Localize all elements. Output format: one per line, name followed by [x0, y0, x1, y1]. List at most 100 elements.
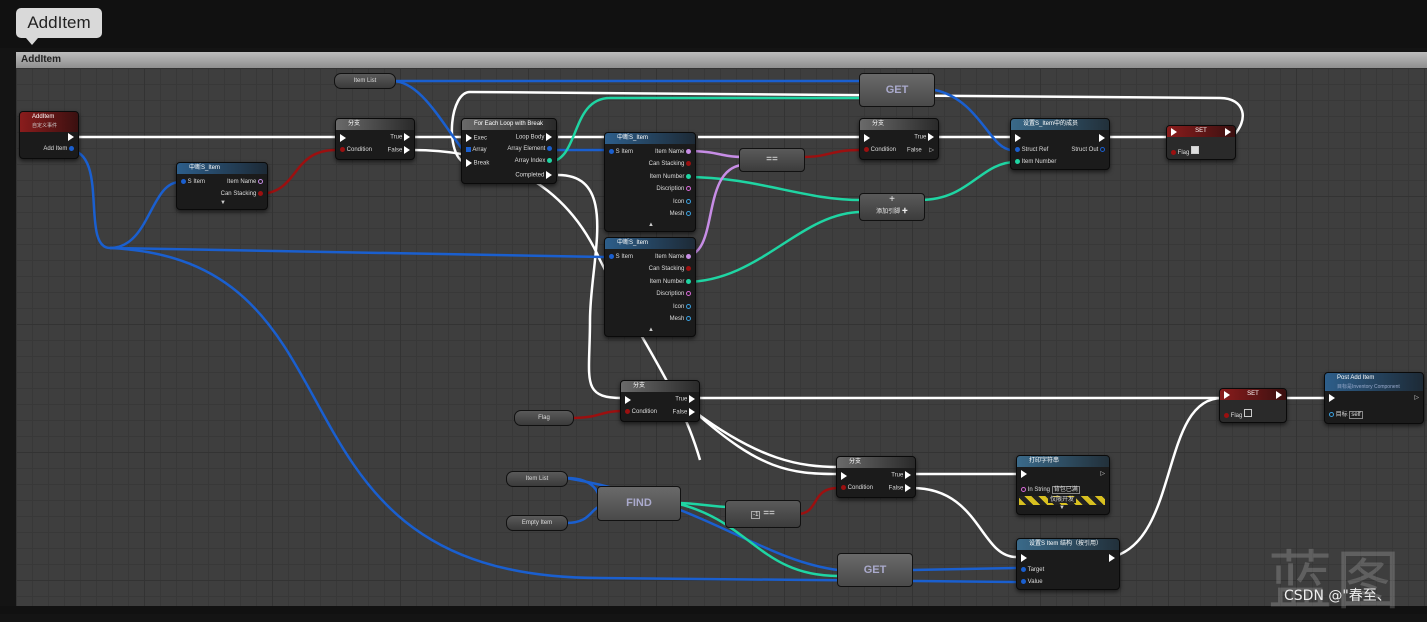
exec-in-pin[interactable] [625, 396, 631, 404]
exec-true-pin[interactable] [404, 133, 410, 141]
find-node[interactable]: FIND [597, 486, 681, 521]
array-pin[interactable] [466, 147, 471, 152]
name-pin[interactable] [258, 179, 263, 184]
object-pin[interactable] [686, 316, 691, 321]
checkbox-checked[interactable] [1191, 146, 1200, 154]
struct-pin[interactable] [609, 149, 614, 154]
exec-in-pin[interactable] [1015, 134, 1021, 142]
int-pin[interactable] [1015, 159, 1020, 164]
equal-node-2[interactable]: -1 == [725, 500, 801, 528]
exec-out-pin[interactable] [1099, 134, 1105, 142]
exec-false-pin[interactable] [905, 484, 911, 492]
completed-pin[interactable] [546, 171, 552, 179]
exec-in-pin[interactable] [1329, 394, 1335, 402]
exec-out-pin[interactable] [1276, 391, 1282, 399]
value-pin[interactable] [1021, 579, 1026, 584]
struct-pin[interactable] [609, 254, 614, 259]
bool-pin[interactable] [686, 266, 691, 271]
int-pin[interactable] [686, 279, 691, 284]
post-add-item-node[interactable]: Post Add Item 目标是Inventory Component ▷ 目… [1324, 372, 1424, 424]
branch-node-2[interactable]: 分支 True Condition False ▷ [859, 118, 939, 160]
exec-in-pin[interactable] [1224, 391, 1230, 399]
bool-pin[interactable] [1171, 149, 1176, 155]
break-pin[interactable] [466, 159, 472, 167]
name-pin[interactable] [686, 149, 691, 154]
custom-event-node[interactable]: AddItem 自定义事件 Add Item [19, 111, 79, 159]
branch-node-3[interactable]: 分支 True Condition False [620, 380, 700, 422]
exec-true-pin[interactable] [689, 395, 695, 403]
loop-body-pin[interactable] [546, 133, 552, 141]
exec-in-pin[interactable] [1021, 554, 1027, 562]
exec-out-pin[interactable] [1225, 128, 1231, 136]
branch-node-1[interactable]: 分支 True Condition False [335, 118, 415, 160]
element-pin[interactable] [547, 146, 552, 151]
bool-pin[interactable] [864, 147, 869, 152]
set-flag-node-2[interactable]: SET Flag [1219, 388, 1287, 423]
bool-pin[interactable] [340, 147, 345, 152]
text-pin[interactable] [686, 291, 691, 296]
target-pin[interactable] [1021, 567, 1026, 572]
exec-in-pin[interactable] [466, 134, 472, 142]
target-pin[interactable] [1329, 411, 1334, 417]
exec-false-pin[interactable] [923, 146, 929, 154]
exec-in-pin[interactable] [841, 472, 847, 480]
exec-false-pin[interactable] [689, 408, 695, 416]
add-pin-label[interactable]: 添加引脚 [876, 209, 900, 215]
object-pin[interactable] [686, 199, 691, 204]
exec-in-pin[interactable] [1021, 470, 1027, 478]
struct-ref-pin[interactable] [1015, 147, 1020, 152]
get-node-1[interactable]: GET [859, 73, 935, 107]
item-list-variable-1[interactable]: Item List [334, 73, 396, 89]
break-s-item-node-2[interactable]: 中断S_Item S Item Item Name Can Stacking I… [604, 132, 696, 232]
struct-out-pin[interactable] [1100, 147, 1105, 152]
self-value[interactable]: self [1349, 411, 1363, 419]
bool-pin[interactable] [258, 191, 263, 196]
string-pin[interactable] [1021, 486, 1026, 492]
exec-out-pin[interactable] [1109, 554, 1115, 562]
get-node-2[interactable]: GET [837, 553, 913, 587]
print-string-node[interactable]: 打印字符串 ▷ In String 背包已满 仅限开发 ▼ [1016, 455, 1110, 515]
exec-true-pin[interactable] [928, 133, 934, 141]
exec-false-pin[interactable] [404, 146, 410, 154]
name-pin[interactable] [686, 254, 691, 259]
struct-out-label: Struct Out [1071, 147, 1099, 154]
object-pin[interactable] [686, 211, 691, 216]
index-pin[interactable] [547, 158, 552, 163]
checkbox-unchecked[interactable] [1244, 409, 1253, 417]
empty-item-variable[interactable]: Empty Item [506, 515, 568, 531]
flag-variable[interactable]: Flag [514, 410, 574, 426]
tab-additem[interactable]: AddItem [16, 8, 102, 45]
set-member-node[interactable]: 设置S_Item中的成员 Struct Ref Struct Out Item … [1010, 118, 1110, 170]
item-list-variable-2[interactable]: Item List [506, 471, 568, 487]
bool-pin[interactable] [686, 161, 691, 166]
exec-in-pin[interactable] [340, 134, 346, 142]
bool-pin[interactable] [841, 485, 846, 490]
struct-pin[interactable] [69, 146, 74, 151]
equal-node-1[interactable]: == [739, 148, 805, 172]
expand-icon[interactable]: ▼ [1059, 505, 1065, 511]
struct-pin[interactable] [181, 179, 186, 184]
exec-true-pin[interactable] [905, 471, 911, 479]
bool-pin[interactable] [625, 409, 630, 414]
collapse-icon[interactable]: ▲ [648, 327, 654, 333]
true-label: True [891, 472, 904, 479]
minus-one-value[interactable]: -1 [751, 511, 761, 519]
text-pin[interactable] [686, 186, 691, 191]
break-s-item-node-3[interactable]: 中断S_Item S Item Item Name Can Stacking I… [604, 237, 696, 337]
in-string-value[interactable]: 背包已满 [1051, 486, 1080, 494]
int-pin[interactable] [686, 174, 691, 179]
bool-pin[interactable] [1224, 412, 1229, 418]
object-pin[interactable] [686, 304, 691, 309]
expand-icon[interactable]: ▼ [220, 200, 226, 206]
break-s-item-node-1[interactable]: 中断S_Item S Item Item Name Can Stacking ▼ [176, 162, 268, 210]
exec-in-pin[interactable] [1171, 128, 1177, 136]
add-node[interactable]: + 添加引脚 ✚ [859, 193, 925, 221]
branch-title: 分支 [860, 119, 938, 130]
for-each-loop-node[interactable]: For Each Loop with Break Exec Array Brea… [461, 118, 557, 184]
branch-node-4[interactable]: 分支 True Condition False [836, 456, 916, 498]
exec-in-pin[interactable] [864, 134, 870, 142]
set-flag-node-1[interactable]: SET Flag [1166, 125, 1236, 160]
set-s-item-node[interactable]: 设置S Item 结构（按引用） Target Value [1016, 538, 1120, 590]
exec-out-pin[interactable] [68, 133, 74, 141]
collapse-icon[interactable]: ▲ [648, 222, 654, 228]
